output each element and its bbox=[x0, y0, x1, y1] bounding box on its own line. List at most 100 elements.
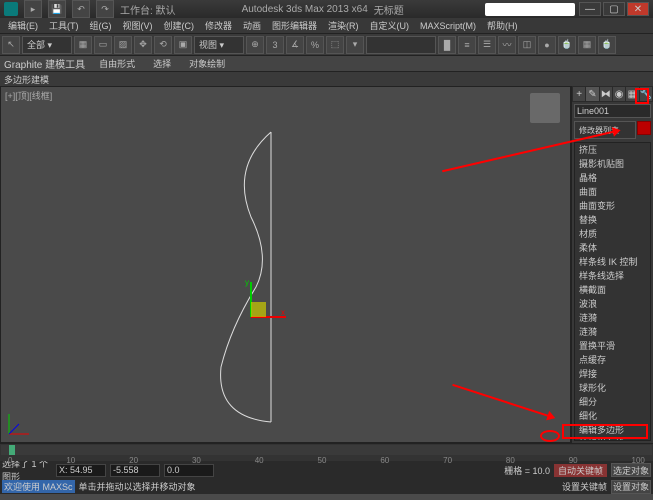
modifier-item[interactable]: 摄影机贴图 bbox=[575, 157, 650, 171]
menu-item[interactable]: 组(G) bbox=[86, 19, 116, 32]
file-title: 无标题 bbox=[374, 2, 404, 17]
rotate-tool[interactable]: ⟲ bbox=[154, 36, 172, 54]
autokey-button[interactable]: 自动关键帧 bbox=[554, 464, 607, 477]
menu-item[interactable]: 工具(T) bbox=[45, 19, 83, 32]
menu-item[interactable]: 创建(C) bbox=[160, 19, 199, 32]
viewcube[interactable] bbox=[530, 93, 560, 123]
menu-item[interactable]: 图形编辑器 bbox=[268, 19, 321, 32]
grid-label: 栅格 = 10.0 bbox=[504, 464, 550, 477]
selection-filter[interactable]: 全部 ▾ bbox=[22, 36, 72, 54]
minimize-button[interactable]: — bbox=[579, 2, 601, 16]
modifier-item[interactable]: 涟漪 bbox=[575, 311, 650, 325]
move-gizmo[interactable]: x y bbox=[231, 277, 291, 337]
help-search-input[interactable] bbox=[485, 3, 575, 16]
ribbon-tab-selection[interactable]: 选择 bbox=[149, 57, 175, 70]
maxscript-label[interactable]: 欢迎使用 MAXSc bbox=[2, 480, 75, 493]
modifier-item[interactable]: 样条线 IK 控制 bbox=[575, 255, 650, 269]
hierarchy-tab[interactable]: ⧓ bbox=[600, 87, 612, 101]
snap-spinner[interactable]: ⬚ bbox=[326, 36, 344, 54]
select-tool[interactable]: ↖ bbox=[2, 36, 20, 54]
align[interactable]: ≡ bbox=[458, 36, 476, 54]
modifier-item[interactable]: 波浪 bbox=[575, 297, 650, 311]
modifier-item[interactable]: 曲面变形 bbox=[575, 199, 650, 213]
modifier-item[interactable]: 涟漪 bbox=[575, 325, 650, 339]
modifier-item[interactable]: 柔体 bbox=[575, 241, 650, 255]
time-ruler: 0102030405060708090100 bbox=[0, 456, 653, 465]
layers[interactable]: ☰ bbox=[478, 36, 496, 54]
menu-item[interactable]: MAXScript(M) bbox=[416, 21, 480, 31]
render[interactable]: 🍵 bbox=[598, 36, 616, 54]
select-name[interactable]: ▦ bbox=[74, 36, 92, 54]
pin-stack-button[interactable] bbox=[637, 121, 651, 135]
app-title: Autodesk 3ds Max 2013 x64 bbox=[242, 4, 368, 15]
object-name-field[interactable]: Line001 bbox=[574, 104, 651, 118]
selected-filter[interactable]: 选定对象 bbox=[611, 463, 651, 477]
menu-item[interactable]: 自定义(U) bbox=[366, 19, 414, 32]
qat-btn[interactable]: ▸ bbox=[24, 0, 42, 18]
schematic[interactable]: ◫ bbox=[518, 36, 536, 54]
menu-item[interactable]: 修改器 bbox=[201, 19, 236, 32]
ribbon-tab-objectpaint[interactable]: 对象绘制 bbox=[185, 57, 229, 70]
modifier-item[interactable]: 材质 bbox=[575, 227, 650, 241]
snap-angle[interactable]: ∡ bbox=[286, 36, 304, 54]
setkey-button[interactable]: 设置关键帧 bbox=[558, 480, 611, 493]
menu-item[interactable]: 帮助(H) bbox=[483, 19, 522, 32]
move-tool[interactable]: ✥ bbox=[134, 36, 152, 54]
mirror[interactable]: ▐▌ bbox=[438, 36, 456, 54]
named-sel[interactable]: ▾ bbox=[346, 36, 364, 54]
modifier-item[interactable]: 曲面 bbox=[575, 185, 650, 199]
set-object-filter[interactable]: 设置对象 bbox=[611, 480, 651, 494]
ribbon-graphite-label[interactable]: Graphite 建模工具 bbox=[4, 56, 85, 71]
modifier-item[interactable]: 挤压 bbox=[575, 143, 650, 157]
modifier-item[interactable]: 晶格 bbox=[575, 171, 650, 185]
curve-editor[interactable]: 〰 bbox=[498, 36, 516, 54]
menu-item[interactable]: 动画 bbox=[239, 19, 265, 32]
modifier-item[interactable]: 横截面 bbox=[575, 283, 650, 297]
ribbon-tab-freeform[interactable]: 自由形式 bbox=[95, 57, 139, 70]
render-frame[interactable]: ▦ bbox=[578, 36, 596, 54]
menu-item[interactable]: 编辑(E) bbox=[4, 19, 42, 32]
coord-x[interactable]: X: 54.95 bbox=[56, 464, 106, 477]
modifier-item[interactable]: 细化 bbox=[575, 409, 650, 423]
app-logo-icon bbox=[4, 2, 18, 16]
qat-save[interactable]: 💾 bbox=[48, 0, 66, 18]
scale-tool[interactable]: ▣ bbox=[174, 36, 192, 54]
modify-tab[interactable]: ✎ bbox=[586, 87, 598, 101]
modifier-list-dropdown[interactable]: 修改器列表 bbox=[574, 121, 636, 139]
menu-item[interactable]: 渲染(R) bbox=[324, 19, 363, 32]
close-button[interactable]: ✕ bbox=[627, 2, 649, 16]
viewport-label[interactable]: [+][顶][线框] bbox=[5, 89, 52, 102]
named-sel-list[interactable] bbox=[366, 36, 436, 54]
modifier-item[interactable]: 细分 bbox=[575, 395, 650, 409]
snap-percent[interactable]: % bbox=[306, 36, 324, 54]
create-tab[interactable]: + bbox=[573, 87, 585, 101]
render-setup[interactable]: 🍵 bbox=[558, 36, 576, 54]
qat-redo[interactable]: ↷ bbox=[96, 0, 114, 18]
snap-3d[interactable]: 3 bbox=[266, 36, 284, 54]
qat-undo[interactable]: ↶ bbox=[72, 0, 90, 18]
ref-coord[interactable]: 视图 ▾ bbox=[194, 36, 244, 54]
modifier-item[interactable]: 点缓存 bbox=[575, 353, 650, 367]
svg-text:x: x bbox=[281, 308, 285, 317]
viewport-perspective[interactable]: [+][顶][线框] x y bbox=[0, 86, 571, 443]
ribbon-bar: Graphite 建模工具 自由形式 选择 对象绘制 bbox=[0, 56, 653, 72]
modifier-list: 挤压摄影机贴图晶格曲面曲面变形替换材质柔体样条线 IK 控制样条线选择横截面波浪… bbox=[574, 142, 651, 441]
time-slider[interactable] bbox=[1, 445, 652, 455]
maximize-button[interactable]: ▢ bbox=[603, 2, 625, 16]
menu-item[interactable]: 视图(V) bbox=[119, 19, 157, 32]
modifier-item[interactable]: 焊接 bbox=[575, 367, 650, 381]
modifier-item[interactable]: 球形化 bbox=[575, 381, 650, 395]
material-editor[interactable]: ● bbox=[538, 36, 556, 54]
select-rect[interactable]: ▭ bbox=[94, 36, 112, 54]
window-crossing[interactable]: ▨ bbox=[114, 36, 132, 54]
modifier-item[interactable]: 样条线选择 bbox=[575, 269, 650, 283]
main-toolbar: ↖ 全部 ▾ ▦ ▭ ▨ ✥ ⟲ ▣ 视图 ▾ ⊕ 3 ∡ % ⬚ ▾ ▐▌ ≡… bbox=[0, 34, 653, 56]
coord-y[interactable]: -5.558 bbox=[110, 464, 160, 477]
coord-z[interactable]: 0.0 bbox=[164, 464, 214, 477]
modifier-item[interactable]: 置换平滑 bbox=[575, 339, 650, 353]
modifier-item[interactable]: 替换 bbox=[575, 213, 650, 227]
ribbon-subheader: 多边形建模 bbox=[0, 72, 653, 86]
motion-tab[interactable]: ◉ bbox=[613, 87, 625, 101]
pivot-center[interactable]: ⊕ bbox=[246, 36, 264, 54]
axis-tripod-icon bbox=[5, 408, 35, 438]
